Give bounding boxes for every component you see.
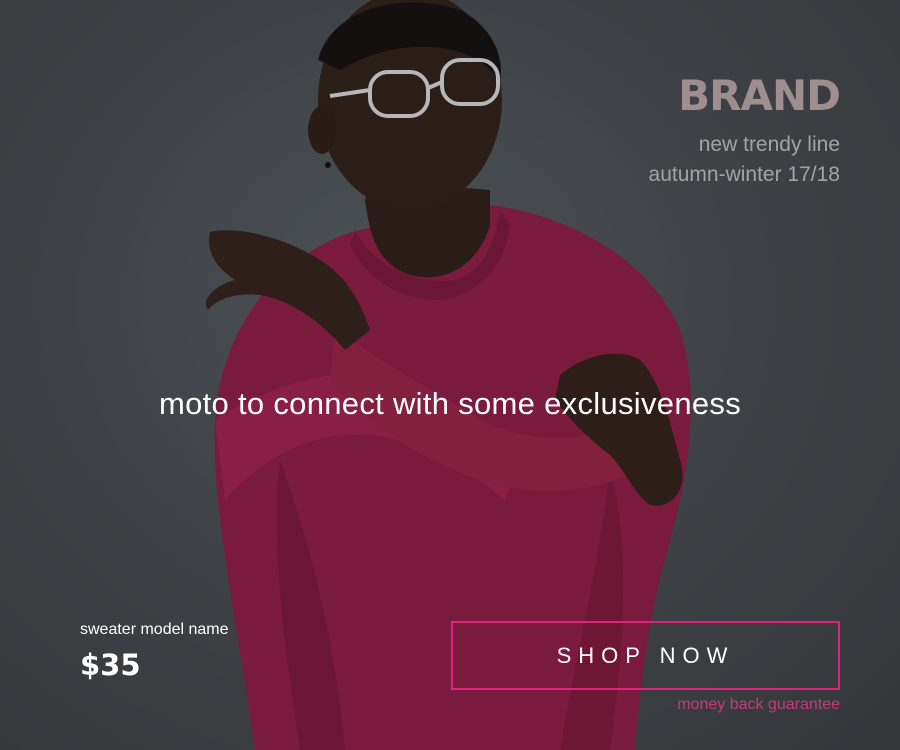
motto-text: moto to connect with some exclusiveness xyxy=(158,386,742,421)
brand-tagline: new trendy line xyxy=(698,133,840,156)
brand-name: BRAND xyxy=(678,71,841,120)
brand-block: BRAND new trendy line autumn-winter 17/1… xyxy=(648,71,841,190)
money-back-guarantee-text: money back guarantee xyxy=(677,696,840,713)
product-info: sweater model name $35 xyxy=(80,620,229,684)
product-name: sweater model name xyxy=(80,621,229,638)
product-price: $35 xyxy=(80,648,141,682)
shop-now-button[interactable]: SHOP NOW xyxy=(451,621,840,690)
brand-season: autumn-winter 17/18 xyxy=(648,163,840,186)
ad-banner: BRAND new trendy line autumn-winter 17/1… xyxy=(0,0,900,750)
